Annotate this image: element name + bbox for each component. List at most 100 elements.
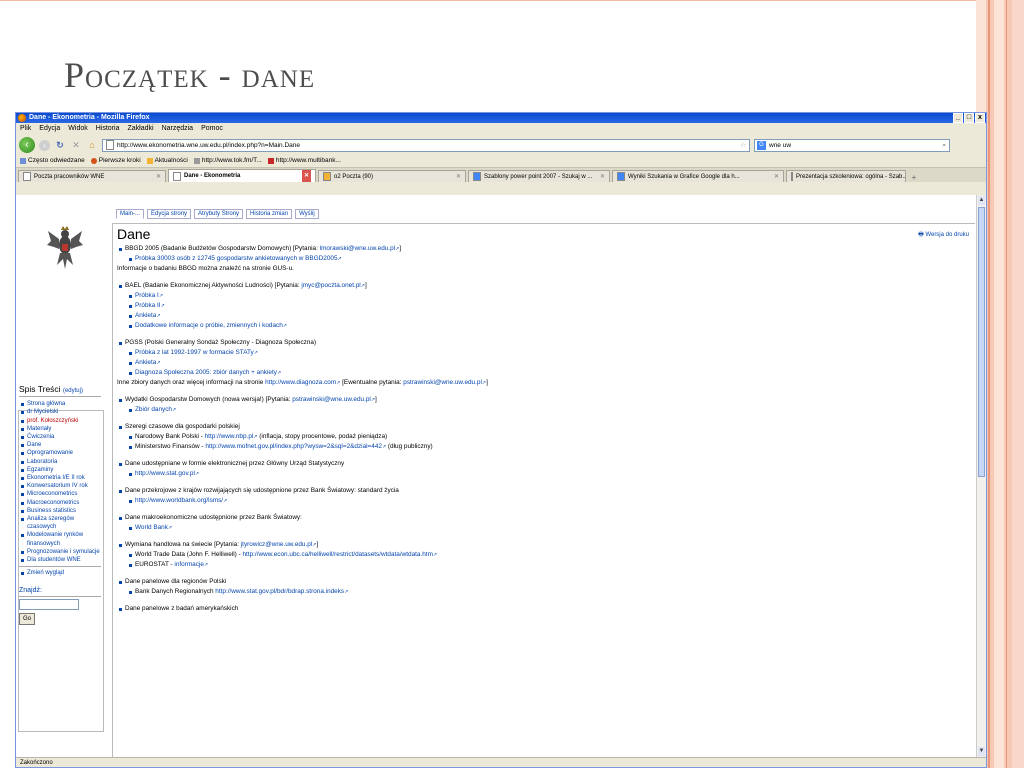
sidebar-item-laboratoria[interactable]: Laboratoria (19, 458, 101, 466)
sidebar-item-macroeconometrics[interactable]: Macroeconometrics (19, 499, 101, 507)
menu-edit[interactable]: Edycja (39, 123, 60, 135)
close-tab-icon[interactable]: ✕ (156, 171, 161, 182)
window-titlebar: Dane - Ekonometria - Mozilla Firefox _ □… (16, 113, 986, 123)
email-link[interactable]: pstrawinski@wne.uw.edu.pl (292, 396, 371, 403)
scroll-up-icon[interactable]: ▲ (978, 196, 985, 205)
sidebar-item-modelowanie[interactable]: Modelowanie rynków finansowych (19, 531, 101, 547)
sidebar-item-dane[interactable]: Dane (19, 441, 101, 449)
sidebar-item-konwersatorium[interactable]: Konwersatorium IV rok (19, 482, 101, 490)
data-link[interactable]: Próbka II (135, 302, 161, 309)
url-bar[interactable]: http://www.ekonometria.wne.uw.edu.pl/ind… (102, 138, 750, 152)
external-link[interactable]: http://www.diagnoza.com (265, 379, 336, 386)
menu-bookmarks[interactable]: Zakładki (127, 123, 153, 135)
bookmark-item[interactable]: http://www.tok.fm/T... (193, 155, 262, 167)
menu-view[interactable]: Widok (68, 123, 87, 135)
external-link[interactable]: http://www.stat.gov.pl (135, 470, 195, 477)
menu-tools[interactable]: Narzędzia (162, 123, 194, 135)
email-link[interactable]: pstrawinski@wne.uw.edu.pl (403, 379, 482, 386)
list-item: PGSS (Polski Generalny Sondaż Społeczny … (117, 338, 967, 348)
external-link[interactable]: http://www.nbp.pl (205, 433, 254, 440)
print-version-link[interactable]: 🖶 Wersja do druku (918, 230, 969, 240)
data-link[interactable]: Diagnoza Społeczna 2005: zbiór danych + … (135, 369, 277, 376)
reload-icon[interactable]: ↻ (54, 140, 66, 151)
new-tab-button[interactable]: + (908, 173, 920, 182)
email-link[interactable]: jtyrowicz@wne.uw.edu.pl (241, 541, 313, 548)
minimize-button[interactable]: _ (953, 113, 963, 123)
list-item: Szeregi czasowe dla gospodarki polskiej (117, 422, 967, 432)
list-item: Wymiana handlowa na świecie [Pytania: jt… (117, 540, 967, 550)
close-tab-icon[interactable]: ✕ (301, 170, 311, 182)
sidebar-item-prognozowanie[interactable]: Prognozowanie i symulacje (19, 548, 101, 556)
tab-poczta[interactable]: Poczta pracowników WNE ✕ (18, 170, 166, 182)
eagle-logo-icon (47, 226, 83, 269)
close-tab-icon[interactable]: ✕ (456, 171, 461, 182)
tab-o2[interactable]: o2 Poczta (90) ✕ (318, 170, 466, 182)
sidebar-item-koloszczynski[interactable]: prof. Kołoszczyński (19, 417, 101, 425)
bookmark-star-icon[interactable]: ☆ (740, 139, 749, 152)
sidebar-item-strona-glowna[interactable]: Strona główna (19, 400, 101, 408)
tab-szablony[interactable]: Szablony power point 2007 - Szukaj w ...… (468, 170, 610, 182)
data-link[interactable]: Ankieta (135, 312, 156, 319)
sidebar-item-egzaminy[interactable]: Egzaminy (19, 466, 101, 474)
bookmark-item[interactable]: Pierwsze kroki (90, 155, 141, 167)
tab-send[interactable]: Wyślij (295, 209, 319, 219)
close-button[interactable]: x (975, 113, 985, 123)
stop-icon[interactable]: ✕ (70, 140, 82, 151)
menu-history[interactable]: Historia (96, 123, 120, 135)
bookmark-item[interactable]: Często odwiedzane (20, 155, 85, 167)
data-link[interactable]: Zbiór danych (135, 406, 172, 413)
list-item: Ministerstwo Finansów - http://www.mofne… (117, 442, 967, 452)
tab-dane[interactable]: Dane - Ekonometria ✕ (168, 169, 316, 182)
forward-icon[interactable]: › (39, 139, 50, 151)
search-icon[interactable]: ⌕ (942, 139, 949, 152)
data-link[interactable]: Ankieta (135, 359, 156, 366)
go-button[interactable]: Go (19, 612, 36, 625)
menu-help[interactable]: Pomoc (201, 123, 223, 135)
email-link[interactable]: jmyc@poczta.onet.pl (301, 282, 360, 289)
tab-history[interactable]: Historia zmian (246, 209, 293, 219)
external-link[interactable]: World Bank (135, 524, 168, 531)
menu-file[interactable]: Plik (20, 123, 31, 135)
external-link[interactable]: http://www.econ.ubc.ca/helliwell/restric… (243, 551, 433, 558)
data-link[interactable]: Próbka 30003 osób z 12745 gospodarstw an… (135, 255, 338, 262)
external-link[interactable]: http://www.worldbank.org/lsms/ (135, 497, 223, 504)
wiki-search-input[interactable] (19, 598, 79, 610)
external-link[interactable]: informacje (174, 561, 203, 568)
tab-main[interactable]: Main-... (116, 209, 145, 219)
change-look-link[interactable]: Zmień wygląd (19, 569, 101, 577)
list-item: World Bank↗ (117, 523, 967, 533)
toc-edit-link[interactable]: (edytuj) (63, 388, 83, 394)
search-bar[interactable]: G wne uw ⌕ (754, 138, 950, 152)
maximize-button[interactable]: □ (964, 113, 974, 123)
sidebar-item-business-statistics[interactable]: Business statistics (19, 507, 101, 515)
tab-prezentacja[interactable]: Prezentacja szkoleniowa: ogólna - Szab..… (786, 170, 906, 182)
back-icon[interactable]: ‹ (19, 137, 35, 153)
sidebar-item-oprogramowanie[interactable]: Oprogramowanie (19, 449, 101, 457)
data-link[interactable]: Próbka z lat 1992-1997 w formacie STATy (135, 349, 254, 356)
data-link[interactable]: Próbka I (135, 292, 159, 299)
sidebar-item-ekonometria[interactable]: Ekonometria I/E II rok (19, 474, 101, 482)
sidebar-item-szeregi[interactable]: Analiza szeregów czasowych (19, 515, 101, 531)
close-tab-icon[interactable]: ✕ (600, 171, 605, 182)
sidebar-item-dla-studentow[interactable]: Dla studentów WNE (19, 556, 101, 564)
scroll-thumb[interactable] (978, 207, 985, 477)
sidebar-item-mycielski[interactable]: dr Mycielski (19, 408, 101, 416)
scroll-down-icon[interactable]: ▼ (978, 747, 985, 756)
sidebar-item-microeconometrics[interactable]: Microeconometrics (19, 490, 101, 498)
home-icon[interactable]: ⌂ (86, 140, 98, 150)
tab-attributes[interactable]: Atrybuty Strony (194, 209, 244, 219)
google-icon[interactable]: G (757, 140, 766, 150)
tab-edit[interactable]: Edycja strony (147, 209, 192, 219)
vertical-scrollbar[interactable]: ▲ ▼ (976, 195, 986, 757)
list-item: Dane panelowe dla regionów Polski (117, 577, 967, 587)
tab-wyniki[interactable]: Wyniki Szukania w Grafice Google dla h..… (612, 170, 784, 182)
data-link[interactable]: Dodatkowe informacje o próbie, zmiennych… (135, 322, 283, 329)
bookmark-item[interactable]: http://www.multibank... (267, 155, 341, 167)
sidebar-item-materialy[interactable]: Materiały (19, 425, 101, 433)
external-link[interactable]: http://www.stat.gov.pl/bdr/bdrap.strona.… (215, 588, 344, 595)
close-tab-icon[interactable]: ✕ (774, 171, 779, 182)
email-link[interactable]: lmorawski@wne.uw.edu.pl (320, 245, 395, 252)
sidebar-item-cwiczenia[interactable]: Ćwiczenia (19, 433, 101, 441)
bookmark-item[interactable]: Aktualności (146, 155, 188, 167)
external-link[interactable]: http://www.mofnet.gov.pl/index.php?wysw=… (205, 443, 382, 450)
